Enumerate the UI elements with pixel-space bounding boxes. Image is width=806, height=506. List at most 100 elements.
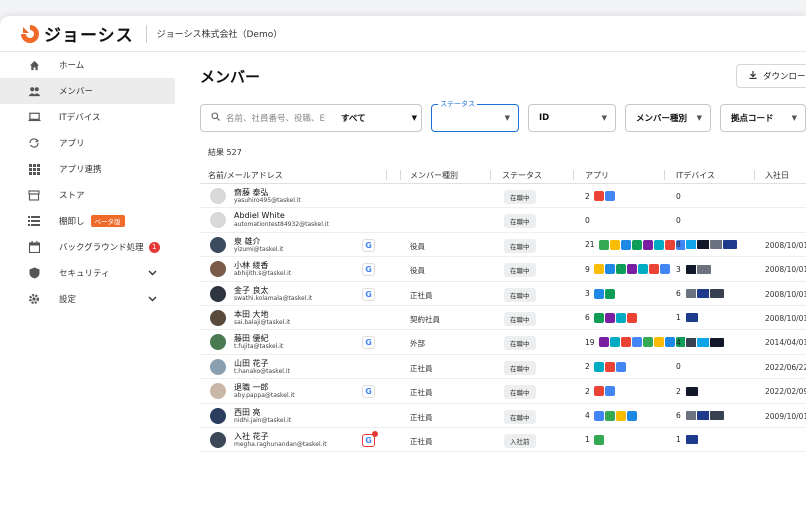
table-row[interactable]: 本田 大地 sai.balaji@taskel.it 契約社員 在職中 6 1 2008/1… (200, 306, 806, 331)
app-icon (604, 361, 615, 372)
status-filter-select[interactable]: ステータス ▼ (431, 99, 519, 132)
member-type-filter-select[interactable]: メンバー種別 ▼ (625, 104, 711, 132)
google-account-icon[interactable]: G (362, 336, 375, 350)
sidebar-item-label: ストア (59, 191, 85, 201)
sidebar-item-label: アプリ連携 (59, 165, 102, 175)
sidebar-item-members[interactable]: メンバー (0, 78, 175, 104)
app-list[interactable]: 21 (585, 238, 687, 252)
sidebar-item-label: 設定 (59, 295, 77, 305)
sidebar-item-app-integration[interactable]: アプリ連携 (0, 156, 175, 182)
chevron-down-icon[interactable] (148, 295, 157, 305)
id-filter-select[interactable]: ID ▼ (528, 104, 616, 132)
app-icon (637, 264, 648, 275)
notification-count-badge: 1 (148, 241, 160, 253)
google-account-icon[interactable]: G (362, 263, 375, 277)
app-icon (631, 239, 642, 250)
download-button[interactable]: ダウンロード (736, 64, 806, 88)
table-row[interactable]: 入社 花子 megha.raghunandan@taskel.it G 正社員 入社前 1… (200, 428, 806, 453)
app-list[interactable]: 9 (585, 262, 671, 276)
device-list[interactable]: 3 (676, 262, 712, 276)
app-window: ジョーシス ジョーシス株式会社（Demo） ホーム メンバー ITデバイス アプ… (0, 16, 806, 506)
google-account-icon[interactable]: G (362, 385, 375, 399)
google-account-icon[interactable]: G (362, 287, 375, 301)
device-list[interactable]: 6 (676, 409, 725, 423)
device-list[interactable]: 2 (676, 384, 699, 398)
sidebar-item-background-jobs[interactable]: バックグラウンド処理 1 (0, 234, 175, 260)
dropdown-arrow-icon: ▼ (411, 114, 417, 122)
app-icon (626, 264, 637, 275)
app-list[interactable]: 1 (585, 433, 605, 447)
header-devices[interactable]: ITデバイス (676, 170, 715, 181)
joined-date: 2008/10/01 (765, 240, 806, 250)
header-status[interactable]: ステータス (502, 170, 542, 181)
device-list[interactable]: 0 (676, 213, 685, 227)
member-name[interactable]: Abdiel White (234, 211, 285, 220)
sidebar-item-apps[interactable]: アプリ (0, 130, 175, 156)
app-list[interactable]: 3 (585, 287, 616, 301)
device-list[interactable]: 1 (676, 311, 699, 325)
status-badge: 在職中 (504, 336, 536, 351)
search-input[interactable]: 名前、社員番号、役職、E すべて ▼ (200, 104, 422, 132)
device-list[interactable]: 4 (676, 335, 725, 349)
table-row[interactable]: 山田 花子 t.hanako@taskel.it 正社員 在職中 2 0 2022/06/2… (200, 355, 806, 380)
app-count: 3 (585, 289, 590, 299)
app-list[interactable]: 6 (585, 311, 638, 325)
table-row[interactable]: Abdiel White automationtest84932@taskel.i… (200, 208, 806, 233)
table-row[interactable]: 西田 亮 nidhi.jain@taskel.it 正社員 在職中 4 6 2009/10/… (200, 404, 806, 428)
device-list[interactable]: 0 (676, 189, 685, 203)
joined-date: 2022/02/09 (765, 387, 806, 397)
sidebar-item-home[interactable]: ホーム (0, 52, 175, 78)
search-scope-value: すべて (341, 114, 366, 124)
app-list[interactable]: 2 (585, 384, 616, 398)
status-badge: 在職中 (504, 287, 536, 302)
sidebar-item-inventory[interactable]: 棚卸し ベータ版 (0, 208, 175, 234)
device-list[interactable]: 8 (676, 238, 738, 252)
app-count: 0 (585, 215, 590, 225)
gear-icon (27, 292, 41, 306)
header-name[interactable]: 名前/メールアドレス (208, 170, 283, 181)
device-list[interactable]: 6 (676, 287, 725, 301)
company-name[interactable]: ジョーシス株式会社（Demo） (157, 27, 283, 40)
table-row[interactable]: 退職 一郎 aby.pappa@taskel.it G 正社員 在職中 2 2 2022/02… (200, 379, 806, 404)
header-joined[interactable]: 入社日 (765, 170, 789, 181)
sidebar-item-store[interactable]: ストア (0, 182, 175, 208)
table-row[interactable]: 藤田 優紀 t.fujita@taskel.it G 外部 在職中 19 4 2014/04/… (200, 330, 806, 355)
app-list[interactable]: 4 (585, 409, 638, 423)
device-list[interactable]: 0 (676, 360, 685, 374)
app-list[interactable]: 19 (585, 335, 687, 349)
sidebar-item-label: アプリ (59, 139, 85, 149)
filter-bar: 名前、社員番号、役職、E すべて ▼ ステータス ▼ ID ▼ メンバー種別 ▼… (200, 99, 806, 132)
member-type: 正社員 (410, 436, 433, 446)
app-icon (620, 337, 631, 348)
dropdown-arrow-icon: ▼ (791, 114, 797, 122)
chevron-down-icon[interactable] (148, 269, 157, 279)
site-code-filter-select[interactable]: 拠点コード ▼ (720, 104, 806, 132)
google-account-icon[interactable]: G (362, 238, 375, 252)
logo-icon (20, 24, 40, 44)
device-list[interactable]: 1 (676, 433, 699, 447)
sidebar-item-settings[interactable]: 設定 (0, 286, 175, 312)
app-list[interactable]: 2 (585, 189, 616, 203)
app-icon (615, 312, 626, 323)
google-account-icon[interactable]: G (362, 430, 378, 447)
member-type: 役員 (410, 266, 425, 276)
table-row[interactable]: 小林 綾香 abhijith.s@taskel.it G 役員 在職中 9 3 2008/10… (200, 257, 806, 282)
app-icon (653, 337, 664, 348)
search-placeholder: 名前、社員番号、役職、E (226, 114, 325, 124)
sidebar-item-security[interactable]: セキュリティ (0, 260, 175, 286)
app-icon (615, 264, 626, 275)
device-count: 8 (676, 240, 681, 250)
table-row[interactable]: 齋藤 泰弘 yasuhiro495@taskel.it 在職中 2 0 (200, 184, 806, 209)
app-icon (598, 337, 609, 348)
app-list[interactable]: 2 (585, 360, 627, 374)
table-row[interactable]: 泉 雄介 yizumi@taskel.it G 役員 在職中 21 8 2008/10/01 (200, 233, 806, 258)
header-member-type[interactable]: メンバー種別 (410, 170, 458, 181)
app-icon (642, 337, 653, 348)
search-scope-select[interactable]: すべて ▼ (341, 105, 421, 131)
app-list[interactable]: 0 (585, 213, 594, 227)
app-icon (604, 191, 615, 201)
header-apps[interactable]: アプリ (585, 170, 609, 181)
sidebar-item-it-devices[interactable]: ITデバイス (0, 104, 175, 130)
device-count: 0 (676, 362, 681, 372)
table-row[interactable]: 金子 良太 swathi.kolamala@taskel.it G 正社員 在職中 3 6 2… (200, 282, 806, 306)
